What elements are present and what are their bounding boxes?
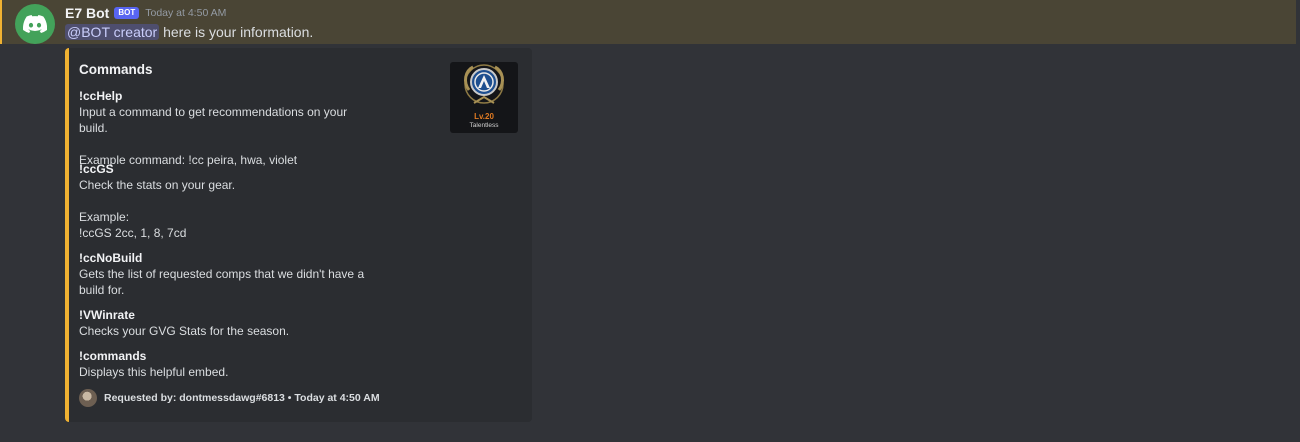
bot-tag-badge: BOT xyxy=(114,7,140,19)
embed-field-ccnobuild: !ccNoBuild Gets the list of requested co… xyxy=(79,250,379,298)
guild-emblem-icon xyxy=(464,64,504,104)
embed-field-commands: !commands Displays this helpful embed. xyxy=(79,348,379,380)
commands-embed: Commands Lv.20 Talentless !ccHelp Input … xyxy=(65,48,532,422)
field-name: !VWinrate xyxy=(79,308,135,322)
thumbnail-level: Lv.20 xyxy=(474,112,494,121)
message-header: E7 Bot BOT Today at 4:50 AM xyxy=(65,4,226,22)
thumbnail-subtitle: Talentless xyxy=(469,122,499,129)
embed-footer: Requested by: dontmessdawg#6813 • Today … xyxy=(79,389,380,407)
message-text: here is your information. xyxy=(159,24,314,40)
chat-message: E7 Bot BOT Today at 4:50 AM @BOT creator… xyxy=(0,0,1300,442)
embed-field-vwinrate: !VWinrate Checks your GVG Stats for the … xyxy=(79,307,379,339)
message-content: @BOT creator here is your information. xyxy=(65,23,313,41)
embed-field-ccgs: !ccGS Check the stats on your gear. Exam… xyxy=(79,161,379,241)
field-name: !ccGS xyxy=(79,162,114,176)
discord-logo-icon xyxy=(23,15,47,33)
embed-field-cchelp: !ccHelp Input a command to get recommend… xyxy=(79,88,379,168)
field-value: Check the stats on your gear. Example: !… xyxy=(79,178,236,240)
user-mention[interactable]: @BOT creator xyxy=(65,24,160,40)
user-avatar-icon xyxy=(79,389,97,407)
bot-username[interactable]: E7 Bot xyxy=(65,5,109,21)
field-value: Gets the list of requested comps that we… xyxy=(79,267,365,297)
field-name: !ccNoBuild xyxy=(79,251,143,265)
field-value: Displays this helpful embed. xyxy=(79,365,229,379)
footer-text: Requested by: dontmessdawg#6813 • Today … xyxy=(104,392,380,404)
field-name: !commands xyxy=(79,349,147,363)
embed-title: Commands xyxy=(79,62,153,77)
field-value: Checks your GVG Stats for the season. xyxy=(79,324,290,338)
bot-avatar[interactable] xyxy=(15,4,55,44)
field-name: !ccHelp xyxy=(79,89,123,103)
field-value: Input a command to get recommendations o… xyxy=(79,105,348,167)
message-timestamp[interactable]: Today at 4:50 AM xyxy=(145,7,226,19)
embed-thumbnail[interactable]: Lv.20 Talentless xyxy=(450,62,518,133)
